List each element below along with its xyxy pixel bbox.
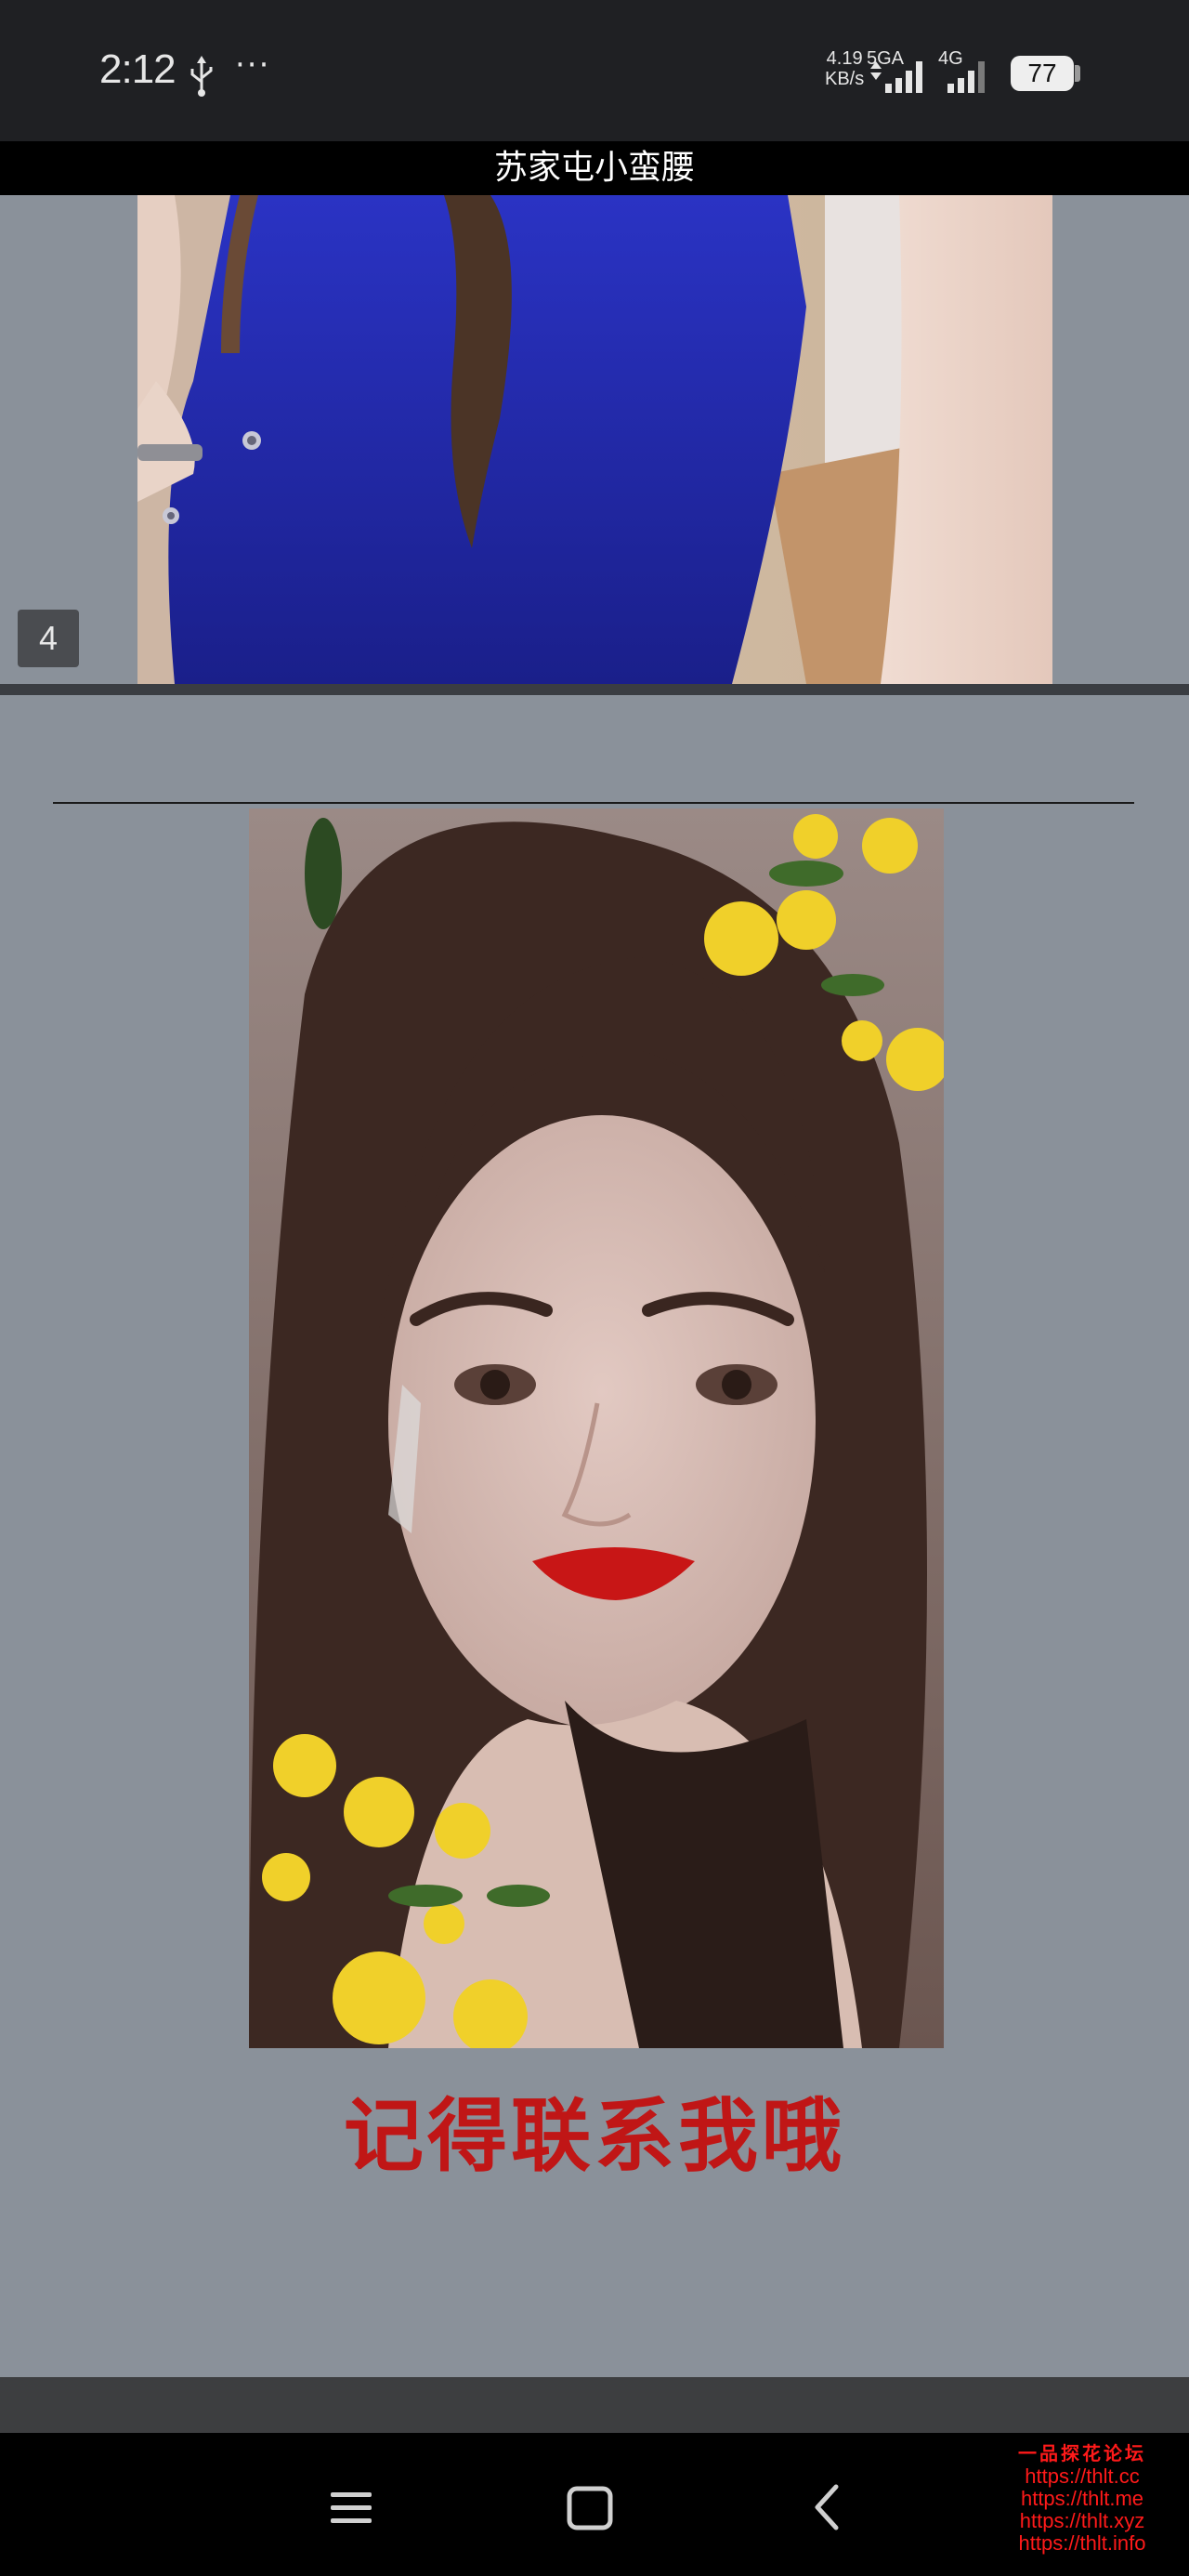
more-notifications-icon: ··· (235, 46, 271, 84)
net-speed: 4.19 KB/s (825, 48, 865, 89)
back-icon[interactable] (782, 2461, 875, 2554)
page-number-badge: 4 (18, 610, 79, 667)
page-divider (0, 684, 1189, 695)
photo-blue-dress[interactable] (137, 195, 1052, 684)
watermark-link: https://thlt.info (1018, 2531, 1146, 2555)
page-title: 苏家屯小蛮腰 (0, 141, 1189, 195)
viewer-page-5[interactable]: 记得联系我哦 5 (0, 695, 1189, 2548)
signal-icon (870, 61, 922, 93)
menu-icon[interactable] (305, 2461, 398, 2554)
viewer-bottom-strip (0, 2377, 1189, 2433)
status-bar: 2:12 ··· 4.19 KB/s 5GA 4G 77 (0, 0, 1189, 141)
battery-icon: 77 (1011, 56, 1074, 91)
watermark-link: https://thlt.me (1020, 2487, 1144, 2510)
image-caption: 记得联系我哦 (344, 2090, 845, 2183)
watermark-link: https://thlt.cc (1025, 2464, 1140, 2488)
image-viewer[interactable]: 4 记得联系我哦 (0, 195, 1189, 2548)
battery-cap (1075, 65, 1080, 82)
navigation-bar: 一品探花论坛 https://thlt.cc https://thlt.me h… (0, 2433, 1189, 2576)
photo-portrait-flowers[interactable] (249, 808, 944, 2048)
signal-icon (947, 61, 985, 93)
watermark: 一品探花论坛 https://thlt.cc https://thlt.me h… (975, 2433, 1189, 2576)
home-icon[interactable] (543, 2461, 636, 2554)
viewer-page-4[interactable]: 4 (0, 195, 1189, 684)
watermark-link: https://thlt.xyz (1019, 2509, 1145, 2532)
horizontal-rule (53, 802, 1134, 804)
usb-icon (190, 56, 213, 97)
clock: 2:12 (99, 46, 176, 92)
